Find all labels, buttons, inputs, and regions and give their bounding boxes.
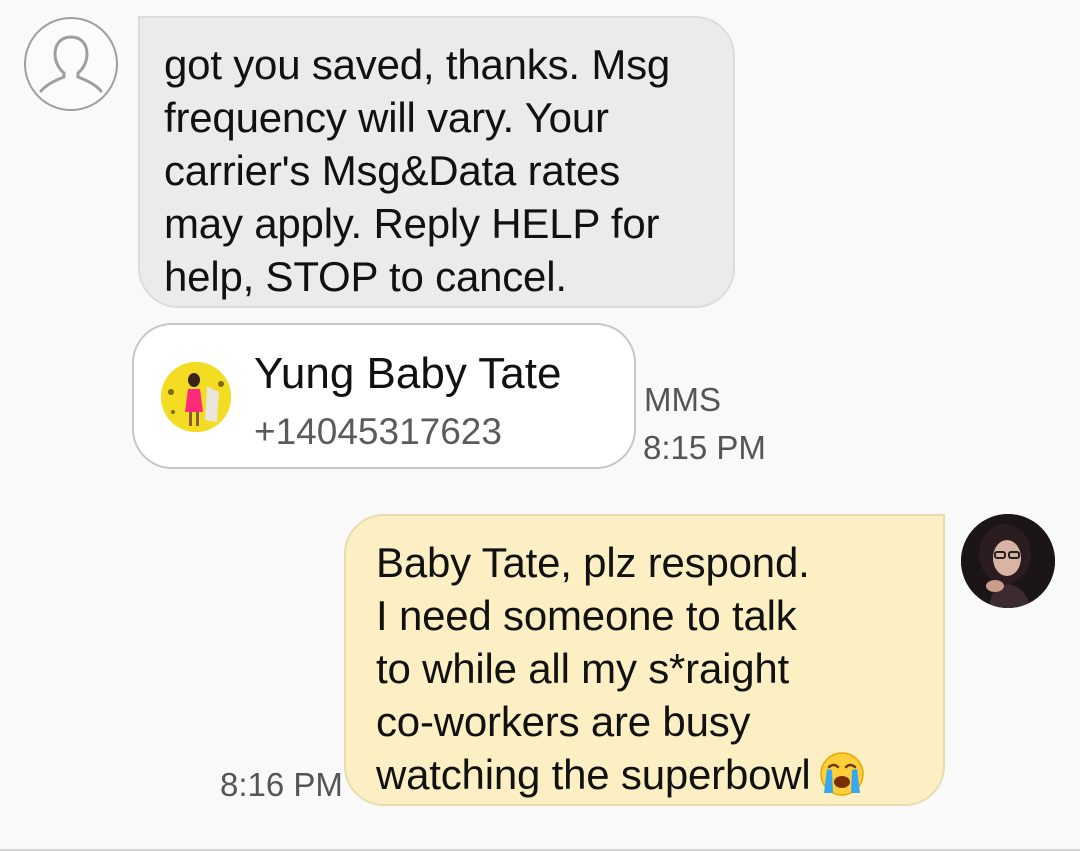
sender-avatar[interactable] xyxy=(24,17,118,111)
person-outline-icon xyxy=(39,35,103,93)
outgoing-timestamp: 8:16 PM xyxy=(220,766,343,803)
contact-name: Yung Baby Tate xyxy=(254,349,562,398)
contact-number: +14045317623 xyxy=(254,411,502,452)
loudly-crying-face-icon xyxy=(819,752,864,796)
outgoing-message-bubble[interactable]: Baby Tate, plz respond. I need someone t… xyxy=(344,514,945,806)
contact-photo xyxy=(161,362,231,432)
incoming-message-text: got you saved, thanks. Msg frequency wil… xyxy=(164,41,671,300)
self-avatar[interactable] xyxy=(961,514,1055,608)
contact-card[interactable]: Yung Baby Tate +14045317623 xyxy=(132,323,636,469)
incoming-timestamp: 8:15 PM xyxy=(643,429,766,466)
outgoing-message-text: Baby Tate, plz respond. I need someone t… xyxy=(376,539,811,798)
message-type-label: MMS xyxy=(644,381,721,418)
incoming-message-bubble[interactable]: got you saved, thanks. Msg frequency wil… xyxy=(138,16,735,308)
